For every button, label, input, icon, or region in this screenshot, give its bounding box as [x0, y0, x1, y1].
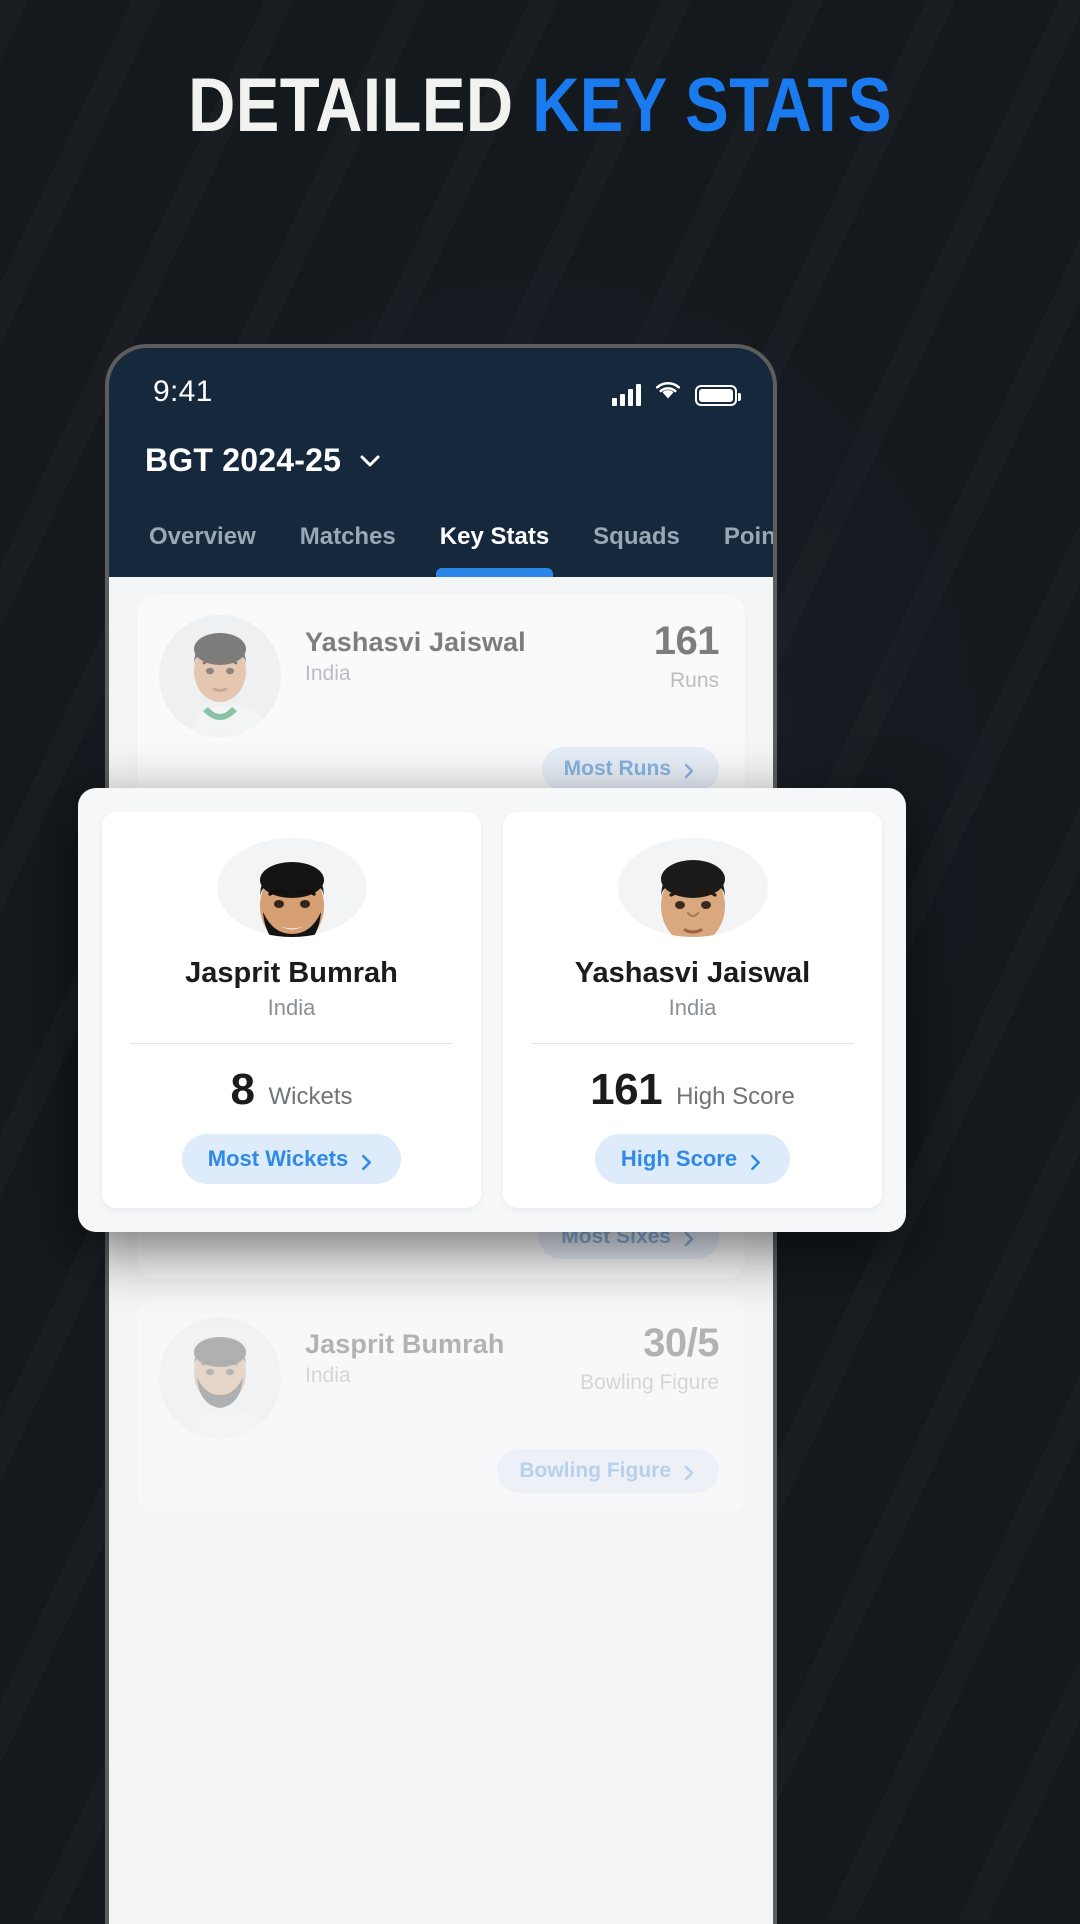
player-team: India — [305, 662, 351, 685]
stat-value: 8 — [230, 1065, 255, 1114]
highlighted-stats-overlay: Jasprit Bumrah India 8 Wickets Most Wick… — [78, 788, 906, 1232]
player-team: India — [668, 995, 717, 1021]
player-team: India — [305, 1364, 351, 1387]
headline-part-two: KEY STATS — [532, 63, 892, 148]
tab-label: Overview — [149, 523, 256, 550]
tab-key-stats[interactable]: Key Stats — [418, 513, 571, 577]
status-bar: 9:41 — [109, 348, 773, 420]
tab-label: Squads — [593, 523, 680, 550]
tab-label: Matches — [299, 523, 396, 550]
chevron-right-icon — [747, 1151, 764, 1170]
app-header: BGT 2024-25 — [109, 420, 773, 479]
stat-link-pill[interactable]: Bowling Figure — [497, 1449, 719, 1493]
tab-matches[interactable]: Matches — [278, 513, 418, 577]
cellular-signal-icon — [612, 383, 641, 406]
chevron-right-icon — [681, 761, 697, 779]
avatar — [216, 838, 367, 938]
player-name: Yashasvi Jaiswal — [305, 627, 526, 657]
wifi-icon — [653, 379, 683, 406]
player-name: Jasprit Bumrah — [305, 1329, 505, 1359]
tab-squads[interactable]: Squads — [571, 513, 702, 577]
player-name: Yashasvi Jaiswal — [574, 957, 811, 990]
chevron-right-icon — [358, 1151, 375, 1170]
avatar — [617, 838, 768, 938]
avatar — [159, 615, 281, 737]
tab-label: Point Table — [723, 523, 773, 550]
divider — [130, 1043, 453, 1044]
stat-label: Wickets — [268, 1083, 353, 1110]
tab-label: Key Stats — [439, 523, 550, 550]
highlight-card-most-wickets[interactable]: Jasprit Bumrah India 8 Wickets Most Wick… — [102, 812, 481, 1208]
tab-overview[interactable]: Overview — [127, 513, 278, 577]
tab-point-table[interactable]: Point Table — [702, 513, 773, 577]
pill-label: Bowling Figure — [519, 1459, 671, 1482]
status-bar-clock: 9:41 — [153, 375, 213, 408]
stat-value: 161 — [590, 1065, 663, 1114]
avatar — [159, 1317, 281, 1439]
stat-value: 161 — [653, 619, 720, 663]
tab-bar: Overview Matches Key Stats Squads Point … — [109, 513, 773, 577]
highlight-card-high-score[interactable]: Yashasvi Jaiswal India 161 High Score Hi… — [503, 812, 882, 1208]
stat-label: Bowling Figure — [580, 1371, 719, 1394]
page-title: BGT 2024-25 — [145, 442, 342, 478]
pill-label: Most Runs — [563, 757, 671, 780]
chevron-right-icon — [681, 1463, 697, 1481]
pill-label: High Score — [620, 1146, 738, 1171]
headline-part-one: DETAILED — [188, 63, 514, 148]
page-headline: DETAILED KEY STATS — [76, 68, 1005, 144]
battery-full-icon — [695, 384, 741, 406]
stat-label: Runs — [669, 669, 719, 692]
stat-link-pill[interactable]: Most Runs — [541, 747, 719, 791]
player-name: Jasprit Bumrah — [185, 957, 398, 990]
key-stats-list: Yashasvi Jaiswal India 161 Runs Most Run… — [109, 577, 773, 1924]
stat-value: 30/5 — [643, 1321, 719, 1365]
player-team: India — [267, 995, 316, 1021]
stat-label: High Score — [676, 1083, 795, 1110]
stat-link-pill[interactable]: High Score — [594, 1134, 791, 1184]
background-top-fade — [0, 0, 1080, 300]
stat-row-card[interactable]: Jasprit Bumrah India 30/5 Bowling Figure… — [137, 1297, 745, 1513]
stat-row-card[interactable]: Yashasvi Jaiswal India 161 Runs Most Run… — [137, 595, 745, 811]
divider — [531, 1043, 854, 1044]
chevron-down-icon[interactable] — [357, 448, 383, 474]
stat-link-pill[interactable]: Most Wickets — [181, 1134, 402, 1184]
pill-label: Most Wickets — [207, 1146, 349, 1171]
